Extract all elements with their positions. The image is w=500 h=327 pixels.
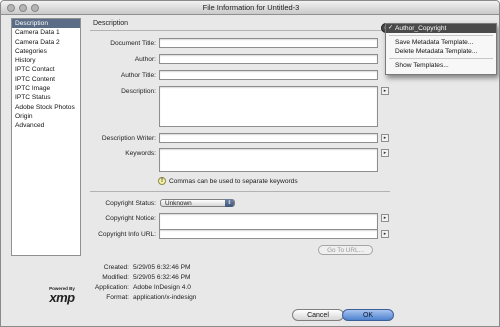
description-panel: Description Document Title: Author: Auth… — [90, 17, 392, 255]
keywords-field[interactable] — [159, 148, 378, 172]
file-metadata: Created: 5/29/05 6:32:46 PM Modified: 5/… — [85, 263, 285, 303]
description-writer-label: Description Writer: — [101, 135, 156, 142]
author-title-field[interactable] — [159, 70, 378, 80]
section-title: Description — [93, 20, 129, 27]
cancel-button[interactable]: Cancel — [292, 309, 344, 321]
sidebar-item-iptc-image[interactable]: IPTC Image — [12, 84, 80, 93]
copyright-info-url-menu-arrow-icon[interactable]: ▸ — [381, 230, 389, 238]
category-list: Description Camera Data 1 Camera Data 2 … — [11, 18, 81, 256]
author-field[interactable] — [159, 54, 378, 64]
description-label: Description: — [121, 88, 156, 95]
copyright-status-value: Unknown — [165, 200, 192, 207]
sidebar-item-categories[interactable]: Categories — [12, 47, 80, 56]
copyright-notice-label: Copyright Notice: — [105, 215, 156, 222]
menu-item-delete-template[interactable]: Delete Metadata Template... — [386, 47, 496, 56]
keywords-hint-text: Commas can be used to separate keywords — [169, 177, 298, 185]
document-title-label: Document Title: — [110, 40, 156, 47]
modified-row: Modified: 5/29/05 6:32:46 PM — [85, 273, 285, 283]
sidebar-item-origin[interactable]: Origin — [12, 112, 80, 121]
sidebar-item-adobe-stock-photos[interactable]: Adobe Stock Photos — [12, 103, 80, 112]
created-label: Created: — [103, 264, 129, 271]
copyright-info-url-field[interactable] — [159, 229, 378, 239]
copyright-status-select[interactable]: Unknown ⇕ — [160, 199, 235, 207]
format-label: Format: — [106, 294, 129, 301]
sidebar-item-iptc-status[interactable]: IPTC Status — [12, 93, 80, 102]
title-bar[interactable]: File Information for Untitled-3 — [1, 1, 499, 15]
format-value: application/x-indesign — [133, 294, 197, 301]
window-title: File Information for Untitled-3 — [202, 3, 300, 12]
sidebar-item-history[interactable]: History — [12, 56, 80, 65]
keywords-hint: ! Commas can be used to separate keyword… — [158, 177, 298, 185]
menu-item-save-template[interactable]: Save Metadata Template... — [386, 38, 496, 47]
sidebar-item-description[interactable]: Description — [12, 19, 80, 29]
xmp-logo: Powered By xmp — [40, 286, 84, 304]
keywords-label: Keywords: — [125, 150, 156, 157]
copyright-status-label: Copyright Status: — [105, 200, 156, 207]
template-menu: ✓ Author_Copyright Save Metadata Templat… — [385, 23, 497, 75]
created-row: Created: 5/29/05 6:32:46 PM — [85, 263, 285, 273]
author-title-label: Author Title: — [120, 72, 156, 79]
keywords-menu-arrow-icon[interactable]: ▸ — [381, 149, 389, 157]
format-row: Format: application/x-indesign — [85, 293, 285, 303]
xmp-wordmark: xmp — [49, 290, 75, 305]
application-row: Application: Adobe InDesign 4.0 — [85, 283, 285, 293]
description-menu-arrow-icon[interactable]: ▸ — [381, 87, 389, 95]
select-caret-icon: ⇕ — [225, 199, 234, 207]
ok-button[interactable]: OK — [342, 309, 394, 321]
sidebar-item-iptc-contact[interactable]: IPTC Contact — [12, 65, 80, 74]
copyright-divider — [90, 191, 390, 192]
author-label: Author: — [134, 56, 156, 63]
application-label: Application: — [94, 284, 129, 291]
sidebar-item-advanced[interactable]: Advanced — [12, 121, 80, 130]
sidebar-item-camera-data-2[interactable]: Camera Data 2 — [12, 38, 80, 47]
sidebar-item-camera-data-1[interactable]: Camera Data 1 — [12, 28, 80, 37]
section-divider — [90, 30, 390, 31]
sidebar-item-iptc-content[interactable]: IPTC Content — [12, 75, 80, 84]
document-title-field[interactable] — [159, 38, 378, 48]
description-writer-menu-arrow-icon[interactable]: ▸ — [381, 134, 389, 142]
copyright-notice-menu-arrow-icon[interactable]: ▸ — [381, 214, 389, 222]
info-icon: ! — [158, 177, 166, 185]
copyright-info-url-label: Copyright Info URL: — [98, 231, 156, 238]
file-info-dialog: File Information for Untitled-3 Descript… — [0, 0, 500, 327]
menu-item-author-copyright[interactable]: ✓ Author_Copyright — [386, 24, 496, 33]
application-value: Adobe InDesign 4.0 — [133, 284, 191, 291]
checkmark-icon: ✓ — [388, 25, 394, 31]
description-field[interactable] — [159, 86, 378, 127]
created-value: 5/29/05 6:32:46 PM — [133, 264, 191, 271]
description-writer-field[interactable] — [159, 133, 378, 143]
modified-value: 5/29/05 6:32:46 PM — [133, 274, 191, 281]
menu-item-label: Author_Copyright — [395, 25, 447, 32]
go-to-url-button[interactable]: Go To URL... — [318, 245, 373, 255]
modified-label: Modified: — [102, 274, 129, 281]
menu-item-show-templates[interactable]: Show Templates... — [386, 61, 496, 70]
